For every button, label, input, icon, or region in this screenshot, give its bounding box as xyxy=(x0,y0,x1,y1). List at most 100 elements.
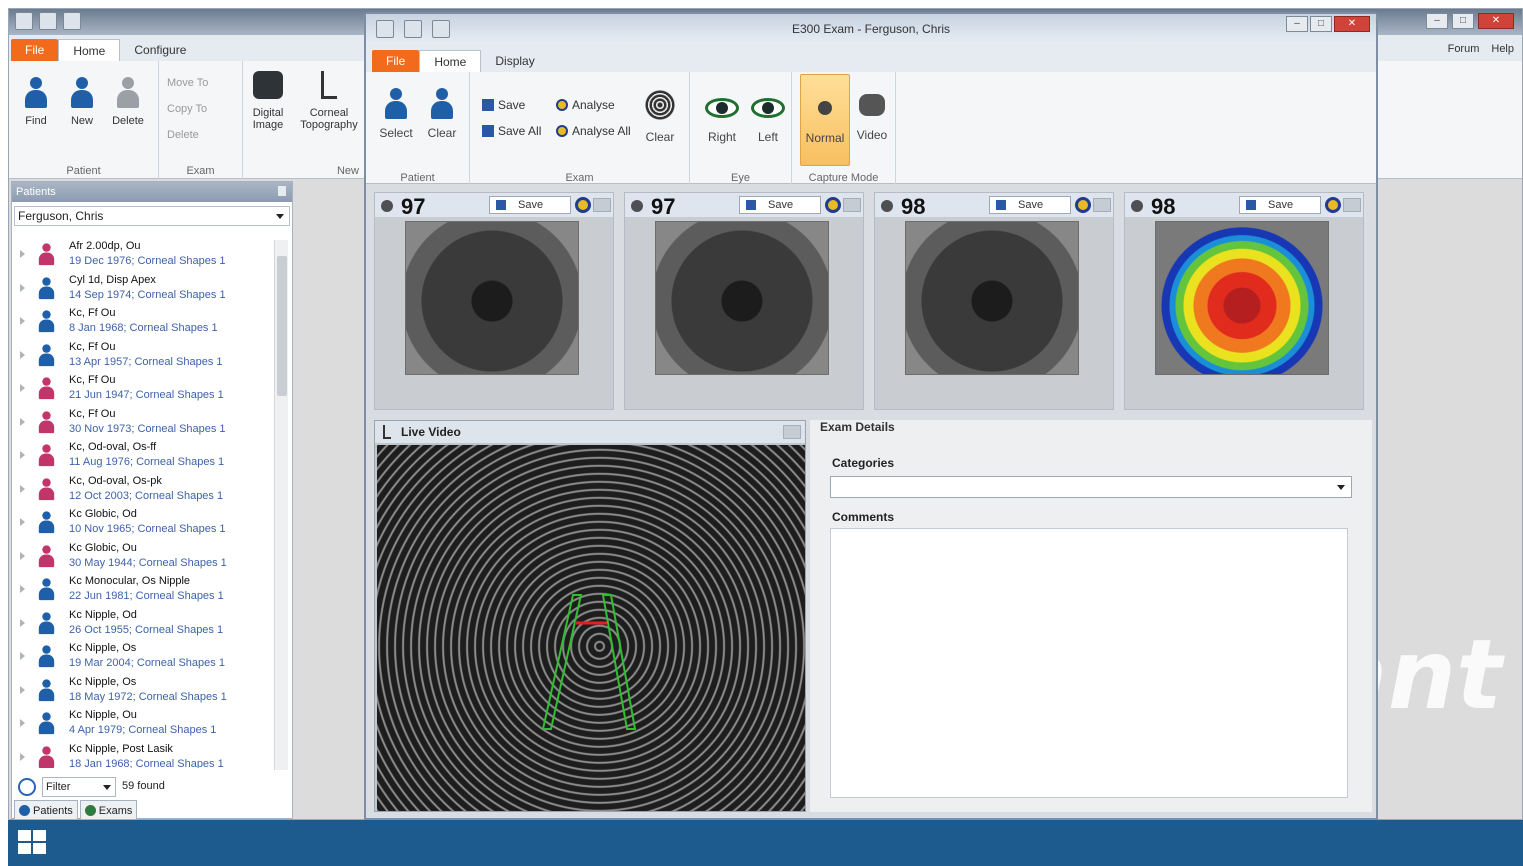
delete-patient-button[interactable]: Delete xyxy=(107,75,149,127)
new-patient-button[interactable]: New xyxy=(61,75,103,127)
capture-tile[interactable]: 98 Save xyxy=(874,192,1114,410)
expand-icon[interactable] xyxy=(20,585,25,593)
save-icon[interactable] xyxy=(39,12,57,30)
help-link[interactable]: Help xyxy=(1491,43,1514,55)
minimize-button[interactable]: – xyxy=(1426,13,1448,29)
list-item[interactable]: Kc, Ff Ou 13 Apr 1957; Corneal Shapes 1 xyxy=(14,339,276,373)
refresh-icon[interactable] xyxy=(18,778,36,796)
copy-to-button[interactable]: Copy To xyxy=(167,103,207,115)
list-item[interactable]: Kc Nipple, Od 26 Oct 1955; Corneal Shapes… xyxy=(14,607,276,641)
comments-textarea[interactable] xyxy=(830,528,1348,798)
more-icon[interactable] xyxy=(593,198,611,212)
list-item[interactable]: Kc, Ff Ou 21 Jun 1947; Corneal Shapes 1 xyxy=(14,372,276,406)
expand-icon[interactable] xyxy=(20,451,25,459)
list-item[interactable]: Kc Nipple, Post Lasik 18 Jan 1968; Cornea… xyxy=(14,741,276,768)
maximize-button[interactable]: □ xyxy=(1310,16,1332,32)
list-item[interactable]: Kc Globic, Od 10 Nov 1965; Corneal Shapes… xyxy=(14,506,276,540)
expand-icon[interactable] xyxy=(20,518,25,526)
capture-tile[interactable]: 97 Save xyxy=(374,192,614,410)
expand-icon[interactable] xyxy=(20,719,25,727)
tab-exams[interactable]: Exams xyxy=(79,800,138,820)
expand-icon[interactable] xyxy=(20,685,25,694)
list-item[interactable]: Kc, Od-oval, Os-pk 12 Oct 2003; Corneal S… xyxy=(14,473,276,507)
move-to-button[interactable]: Move To xyxy=(167,77,208,89)
expand-icon[interactable] xyxy=(20,752,25,761)
categories-dropdown[interactable] xyxy=(830,476,1352,498)
list-item[interactable]: Kc, Ff Ou 8 Jan 1968; Corneal Shapes 1 xyxy=(14,305,276,339)
close-button[interactable]: ✕ xyxy=(1478,13,1514,29)
filter-dropdown[interactable]: Filter xyxy=(42,777,116,797)
right-eye-button[interactable]: Right xyxy=(700,90,744,144)
minimize-button[interactable]: – xyxy=(1286,16,1308,32)
maximize-button[interactable]: □ xyxy=(1452,13,1474,29)
save-all-button[interactable]: Save All xyxy=(482,124,541,138)
analyse-icon[interactable] xyxy=(575,197,591,213)
analyse-all-button[interactable]: Analyse All xyxy=(556,124,631,138)
app-icon[interactable] xyxy=(15,12,33,30)
video-mode-button[interactable]: Video xyxy=(850,90,894,142)
capture-save-button[interactable]: Save xyxy=(1239,196,1321,214)
clear-exam-button[interactable]: Clear xyxy=(638,90,682,144)
capture-tile[interactable]: 98 Save xyxy=(1124,192,1364,410)
list-item[interactable]: Kc, Ff Ou 30 Nov 1973; Corneal Shapes 1 xyxy=(14,406,276,440)
tab-display[interactable]: Display xyxy=(481,50,548,72)
left-eye-button[interactable]: Left xyxy=(746,90,790,144)
list-item[interactable]: Kc Nipple, Os 18 May 1972; Corneal Shapes… xyxy=(14,674,276,708)
more-icon[interactable] xyxy=(1093,198,1111,212)
windows-start-icon[interactable] xyxy=(18,830,48,856)
expand-icon[interactable] xyxy=(20,551,25,560)
delete-label: Delete xyxy=(112,115,144,127)
clear-patient-button[interactable]: Clear xyxy=(420,86,464,140)
patient-selector[interactable]: Ferguson, Chris xyxy=(14,206,290,226)
expand-icon[interactable] xyxy=(20,350,25,359)
save-button[interactable]: Save xyxy=(482,98,525,112)
list-item[interactable]: Kc Globic, Ou 30 May 1944; Corneal Shapes… xyxy=(14,540,276,574)
capture-save-button[interactable]: Save xyxy=(989,196,1071,214)
normal-mode-button[interactable]: Normal xyxy=(800,74,850,166)
list-item[interactable]: Kc Monocular, Os Nipple 22 Jun 1981; Corn… xyxy=(14,573,276,607)
close-button[interactable]: ✕ xyxy=(1334,16,1370,32)
expand-icon[interactable] xyxy=(20,417,25,426)
capture-save-button[interactable]: Save xyxy=(489,196,571,214)
list-item[interactable]: Afr 2.00dp, Ou 19 Dec 1976; Corneal Shape… xyxy=(14,238,276,272)
expand-icon[interactable] xyxy=(20,384,25,392)
tab-file[interactable]: File xyxy=(11,39,59,61)
corneal-topography-button[interactable]: Corneal Topography xyxy=(295,71,363,131)
right-guide-bar xyxy=(601,594,637,730)
capture-tile[interactable]: 97 Save xyxy=(624,192,864,410)
tab-configure[interactable]: Configure xyxy=(120,39,200,61)
list-item[interactable]: Kc, Od-oval, Os-ff 11 Aug 1976; Corneal S… xyxy=(14,439,276,473)
more-icon[interactable] xyxy=(783,425,801,439)
expand-icon[interactable] xyxy=(20,652,25,660)
analyse-icon[interactable] xyxy=(1075,197,1091,213)
delete-exam-button[interactable]: Delete xyxy=(167,129,199,141)
list-item[interactable]: Kc Nipple, Ou 4 Apr 1979; Corneal Shapes … xyxy=(14,707,276,741)
list-item[interactable]: Kc Nipple, Os 19 Mar 2004; Corneal Shapes… xyxy=(14,640,276,674)
more-icon[interactable] xyxy=(843,198,861,212)
select-patient-button[interactable]: Select xyxy=(374,86,418,140)
list-item[interactable]: Cyl 1d, Disp Apex 14 Sep 1974; Corneal Sh… xyxy=(14,272,276,306)
analyse-button[interactable]: Analyse xyxy=(556,98,615,112)
e300-exam-window: E300 Exam - Ferguson, Chris – □ ✕ File H… xyxy=(364,12,1378,820)
forum-link[interactable]: Forum xyxy=(1448,43,1480,55)
digital-image-button[interactable]: Digital Image xyxy=(247,71,289,131)
live-video-feed[interactable] xyxy=(377,445,805,811)
tab-home[interactable]: Home xyxy=(419,50,482,72)
expand-icon[interactable] xyxy=(20,283,25,292)
tab-patients[interactable]: Patients xyxy=(14,800,78,820)
pin-icon[interactable] xyxy=(278,186,286,196)
exam-list-scrollbar[interactable] xyxy=(274,240,288,770)
analyse-icon[interactable] xyxy=(825,197,841,213)
capture-save-button[interactable]: Save xyxy=(739,196,821,214)
tab-home[interactable]: Home xyxy=(58,39,121,61)
expand-icon[interactable] xyxy=(20,250,25,258)
more-icon[interactable] xyxy=(1343,198,1361,212)
scrollbar-thumb[interactable] xyxy=(277,256,287,396)
expand-icon[interactable] xyxy=(20,484,25,493)
expand-icon[interactable] xyxy=(20,618,25,627)
expand-icon[interactable] xyxy=(20,317,25,325)
analyse-icon[interactable] xyxy=(1325,197,1341,213)
tab-file[interactable]: File xyxy=(372,50,420,72)
print-icon[interactable] xyxy=(63,12,81,30)
find-button[interactable]: Find xyxy=(15,75,57,127)
